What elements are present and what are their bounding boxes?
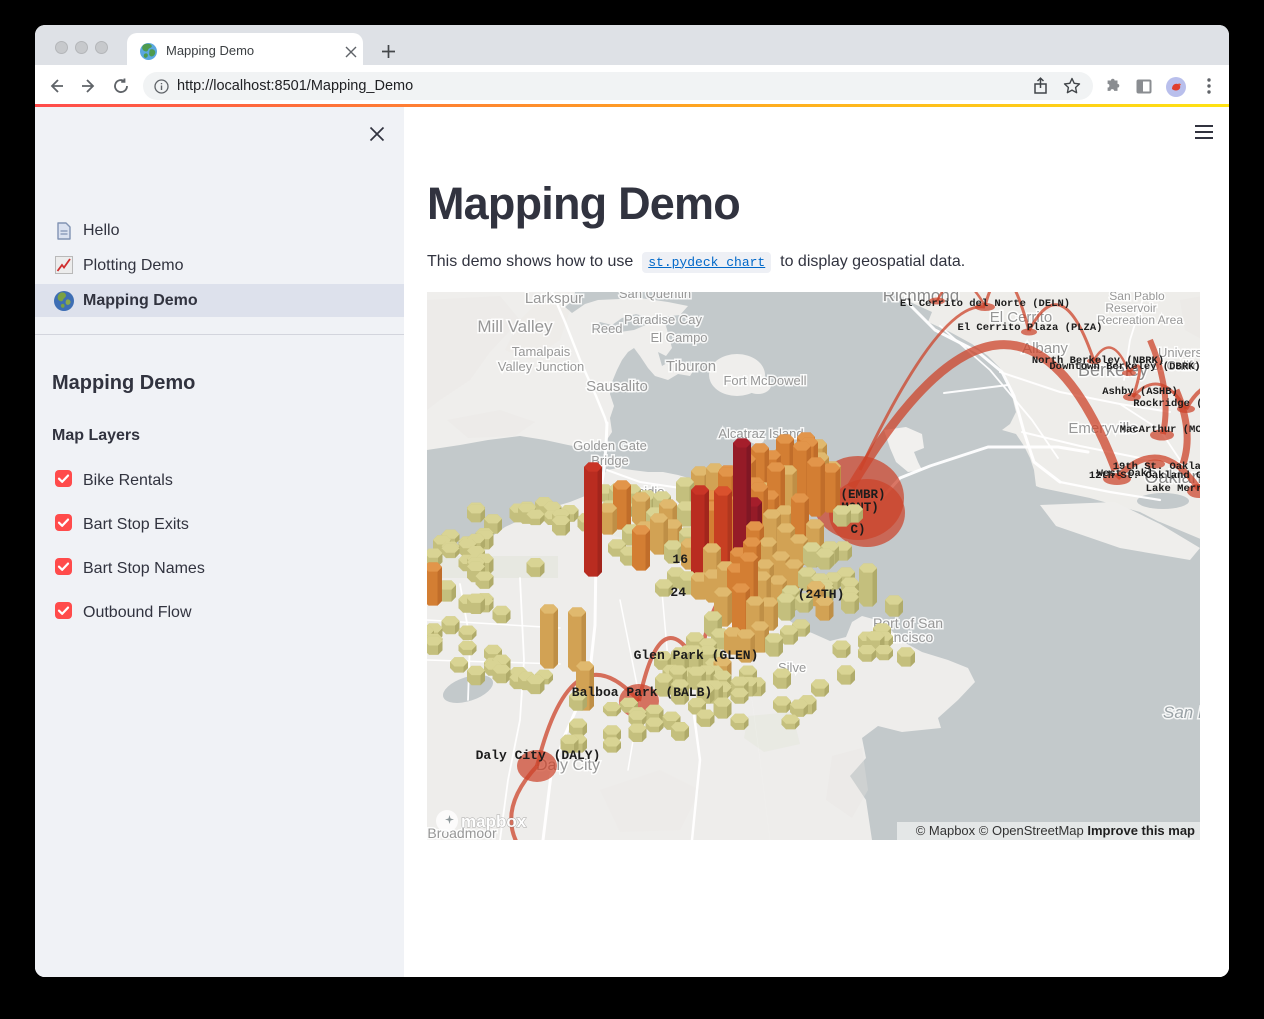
svg-text:mapbox: mapbox	[461, 812, 527, 831]
svg-text:Golden Gate: Golden Gate	[573, 438, 647, 453]
svg-text:Ashby (ASHB): Ashby (ASHB)	[1102, 386, 1178, 398]
svg-text:Valley Junction: Valley Junction	[498, 359, 584, 374]
svg-text:San Quentin: San Quentin	[619, 292, 691, 301]
svg-text:Larkspur: Larkspur	[525, 292, 583, 307]
svg-text:12th St. Oakland City: 12th St. Oakland City	[1089, 470, 1200, 482]
svg-text:San Fr: San Fr	[1163, 703, 1200, 722]
svg-text:Balboa Park (BALB): Balboa Park (BALB)	[572, 685, 712, 700]
svg-text:16: 16	[672, 552, 688, 567]
svg-text:Rockridge (R: Rockridge (R	[1133, 398, 1200, 410]
svg-text:Mill Valley: Mill Valley	[477, 317, 553, 336]
svg-text:Daly City (DALY): Daly City (DALY)	[476, 748, 601, 763]
svg-text:MacArthur (MCAR: MacArthur (MCAR	[1120, 424, 1200, 436]
svg-text:Tiburon: Tiburon	[666, 358, 716, 375]
svg-text:El Campo: El Campo	[650, 330, 707, 345]
svg-text:24: 24	[670, 585, 686, 600]
svg-text:Tamalpais: Tamalpais	[512, 344, 571, 359]
svg-text:Sausalito: Sausalito	[586, 378, 648, 395]
svg-text:Recreation Area: Recreation Area	[1097, 313, 1183, 327]
svg-text:(EMBR): (EMBR)	[840, 488, 885, 502]
svg-text:Glen Park (GLEN): Glen Park (GLEN)	[634, 648, 759, 663]
svg-text:© Mapbox © OpenStreetMap Impro: © Mapbox © OpenStreetMap Improve this ma…	[916, 823, 1195, 838]
svg-text:Downtown Berkeley (DBRK): Downtown Berkeley (DBRK)	[1049, 361, 1200, 373]
svg-text:El Cerrito Plaza (PLZA): El Cerrito Plaza (PLZA)	[958, 322, 1103, 334]
svg-text:Reed: Reed	[591, 321, 622, 336]
svg-text:Lake Merr: Lake Merr	[1146, 483, 1200, 495]
svg-text:(24TH): (24TH)	[798, 587, 845, 602]
svg-text:Fort McDowell: Fort McDowell	[723, 373, 806, 388]
svg-text:El Cerrito del Norte (DELN): El Cerrito del Norte (DELN)	[900, 298, 1070, 310]
svg-text:C): C)	[850, 523, 865, 537]
svg-text:Paradise Cay: Paradise Cay	[624, 312, 703, 327]
